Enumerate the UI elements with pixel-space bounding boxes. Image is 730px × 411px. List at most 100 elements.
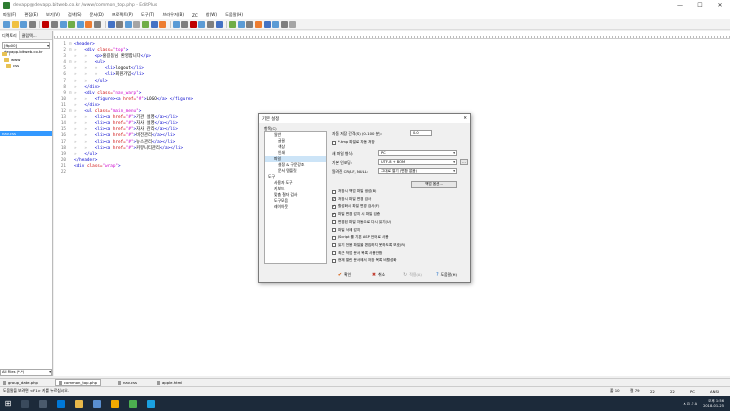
file-list-item[interactable]: nav.css (0, 131, 52, 136)
search-icon[interactable] (21, 399, 29, 408)
menu-item-1[interactable]: 편집(E) (24, 12, 38, 18)
toolbar-separator (226, 20, 228, 28)
encoding-more-button[interactable]: ... (460, 159, 468, 165)
menu-item-7[interactable]: 브라우저(B) (162, 12, 184, 18)
option-checkbox[interactable]: ✓ 활성화시 파일 변경 검사(F) (332, 204, 379, 209)
document-tab[interactable]: group_date.php (0, 380, 41, 385)
apply-button[interactable]: ↻ 적용(A) (397, 270, 428, 279)
minimize-button[interactable]: — (670, 0, 690, 11)
tmp-autosave-checkbox[interactable]: *.tmp 파일로 자동 저장 (332, 140, 375, 145)
maximize-button[interactable]: ☐ (690, 0, 710, 11)
toolbar-button-icon[interactable] (159, 20, 167, 28)
option-checkbox[interactable]: 최근 작업 문서 목록 사용안함 (332, 251, 382, 256)
code-line[interactable] (69, 170, 193, 176)
close-button[interactable]: ✕ (710, 0, 730, 11)
menu-item-10[interactable]: 도움말(H) (225, 12, 243, 18)
tree-node[interactable]: css (0, 63, 52, 69)
toolbar-button-icon[interactable] (237, 20, 245, 28)
toolbar-button-icon[interactable] (141, 20, 149, 28)
cancel-button[interactable]: ✖ 취소 (363, 270, 394, 279)
edge-browser-icon[interactable] (57, 399, 65, 408)
toolbar-button-icon[interactable] (229, 20, 237, 28)
menu-item-4[interactable]: 문서(D) (90, 12, 104, 18)
menu-item-6[interactable]: 도구(T) (141, 12, 155, 18)
toolbar-button-icon[interactable] (189, 20, 197, 28)
toolbar-button-icon[interactable] (198, 20, 206, 28)
menu-item-9[interactable]: 창(W) (206, 12, 217, 18)
clock[interactable]: 오후 1:56 2018-01-25 (703, 399, 724, 409)
toolbar-button-icon[interactable] (107, 20, 115, 28)
encoding-select[interactable]: UTF-8 + BOM ▾ (378, 159, 457, 165)
menu-item-2[interactable]: 보기(V) (46, 12, 60, 18)
option-checkbox[interactable]: ✓ 저장시 파일 변경 검사 (332, 197, 371, 202)
toolbar-button-icon[interactable] (3, 20, 10, 28)
store-icon[interactable] (93, 399, 101, 408)
toolbar-button-icon[interactable] (246, 20, 254, 28)
toolbar-button-icon[interactable] (124, 20, 132, 28)
toolbar-button-icon[interactable] (133, 20, 141, 28)
toolbar-button-icon[interactable] (289, 20, 297, 28)
toolbar-button-icon[interactable] (116, 20, 124, 28)
menu-item-8[interactable]: ZC (192, 13, 198, 18)
menu-item-3[interactable]: 검색(S) (68, 12, 82, 18)
code-token: </header> (74, 157, 98, 163)
document-tab[interactable]: apple.html (154, 380, 185, 385)
toolbar-button-icon[interactable] (11, 20, 19, 28)
code-token: 기관 설명 (136, 115, 155, 121)
option-checkbox[interactable]: 읽기 전용 파일을 편집하지 못하도록 보호(R) (332, 243, 405, 248)
code-token: href= (112, 145, 126, 151)
dialog-close-button[interactable]: ✕ (463, 116, 467, 121)
toolbar-button-icon[interactable] (76, 20, 84, 28)
toolbar-button-icon[interactable] (85, 20, 93, 28)
toolbar-button-icon[interactable] (59, 20, 67, 28)
ok-button[interactable]: ✔ 확인 (329, 270, 360, 279)
category-item[interactable]: 레이아웃 (265, 204, 326, 210)
option-checkbox[interactable]: 파일 삭제 감지 (332, 228, 360, 233)
toolbar-button-icon[interactable] (280, 20, 288, 28)
task-view-icon[interactable] (39, 399, 47, 408)
toolbar-button-icon[interactable] (93, 20, 101, 28)
toolbar-button-icon[interactable] (272, 20, 280, 28)
toolbar-button-icon[interactable] (181, 20, 189, 28)
toolbar-button-icon[interactable] (255, 20, 263, 28)
option-checkbox[interactable]: ✓ 파일 변경 감지 시 파일 검증 (332, 212, 380, 217)
toolbar-button-icon[interactable] (20, 20, 28, 28)
toolbar-button-icon[interactable] (42, 20, 50, 28)
document-tab[interactable]: nav.css (115, 380, 140, 385)
tab-directory[interactable]: 디렉토리 (0, 30, 20, 40)
toolbar-button-icon[interactable] (28, 20, 36, 28)
toolbar-button-icon[interactable] (263, 20, 271, 28)
ftp-server-select[interactable]: [ftp00] devapp.bitweb.co.kr ▾ (2, 42, 50, 54)
tab-cliptext[interactable]: 클립텍... (20, 31, 39, 40)
tray-icons[interactable]: ∧ ⊡ ♪ A (683, 402, 697, 406)
file-filter-select[interactable]: All Files (*.*) ▾ (0, 369, 52, 376)
app-taskbar-icon[interactable] (147, 399, 155, 408)
menu-item-5[interactable]: 프로젝트(P) (112, 12, 133, 18)
toolbar-button-icon[interactable] (150, 20, 158, 28)
toolbar-button-icon[interactable] (68, 20, 76, 28)
option-checkbox[interactable]: 저장시 백업 파일 생성(B) (332, 189, 376, 194)
toolbar-button-icon[interactable] (172, 20, 180, 28)
toolbar-button-icon[interactable] (50, 20, 58, 28)
autosave-interval-input[interactable]: 0.0 (410, 130, 432, 136)
newfile-format-select[interactable]: PC ▾ (378, 150, 457, 156)
document-tab[interactable]: common_top.php (54, 379, 102, 386)
chrome-icon[interactable] (111, 399, 119, 408)
backup-options-button[interactable]: 백업 옵션... (411, 181, 457, 188)
code-area[interactable]: ⊟ <header> ⊟» <div class="top">» » <p>홍길동님… (69, 42, 193, 176)
code-token: </a></li> (154, 127, 178, 133)
crlf-select[interactable]: 그대로 열기 (변환 없음) ▾ (378, 168, 457, 174)
editplus-taskbar-icon[interactable] (129, 399, 137, 408)
help-button[interactable]: ? 도움말(H) (431, 270, 462, 279)
toolbar-button-icon[interactable] (215, 20, 223, 28)
menu-bar: 파일(F) 편집(E) 보기(V) 검색(S) 문서(D) 프로젝트(P) 도구(T) 브라우… (0, 11, 730, 19)
toolbar-button-icon[interactable] (207, 20, 215, 28)
option-checkbox[interactable]: 현재 열린 문서에서 저장 목록 비활성화 (332, 258, 397, 263)
crlf-value: 그대로 열기 (변환 없음) (381, 169, 417, 173)
menu-item-0[interactable]: 파일(F) (3, 12, 16, 18)
option-checkbox[interactable]: 변경된 파일 자동으로 다시 읽기(U) (332, 220, 391, 225)
file-explorer-icon[interactable] (75, 399, 83, 408)
option-checkbox[interactable]: JScript 를 기본 ASP 언어로 사용 (332, 235, 389, 240)
autosave-label: 자동 저장 간격(S) (0-100 분): (332, 131, 382, 136)
windows-start-icon[interactable]: ⊞ (0, 396, 16, 411)
